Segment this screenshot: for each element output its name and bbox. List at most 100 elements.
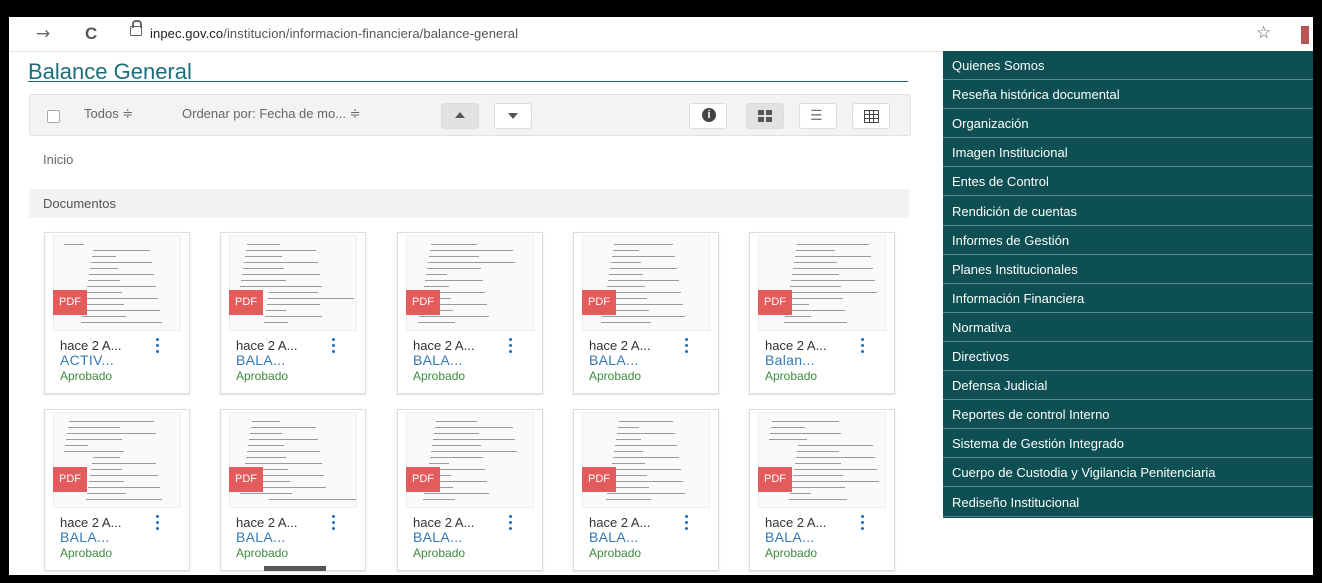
- document-card[interactable]: PDF hace 2 A... BALA... Aprobado: [397, 409, 543, 571]
- document-thumbnail[interactable]: [758, 235, 886, 331]
- document-title-link[interactable]: BALA...: [236, 352, 286, 368]
- more-options-icon[interactable]: [861, 338, 865, 354]
- document-title-link[interactable]: BALA...: [413, 529, 463, 545]
- table-view-button[interactable]: [852, 103, 890, 129]
- more-options-icon[interactable]: [685, 338, 689, 354]
- menu-item[interactable]: Sistema de Gestión Integrado: [943, 429, 1313, 459]
- reload-icon[interactable]: C: [85, 24, 97, 44]
- document-title-link[interactable]: BALA...: [589, 352, 639, 368]
- icon-view-button[interactable]: [746, 103, 784, 129]
- pdf-badge: PDF: [53, 290, 87, 315]
- document-status: Aprobado: [765, 369, 818, 383]
- menu-item[interactable]: Quienes Somos: [943, 51, 1313, 80]
- menu-item-label: Sistema de Gestión Integrado: [952, 436, 1124, 452]
- menu-item[interactable]: Directivos: [943, 342, 1313, 371]
- more-options-icon[interactable]: [861, 515, 865, 531]
- menu-item[interactable]: Planes Institucionales: [943, 255, 1313, 284]
- select-all-dropdown[interactable]: Todos ≑: [84, 106, 133, 122]
- menu-item[interactable]: Imagen Institucional: [943, 138, 1313, 168]
- document-title-link[interactable]: BALA...: [589, 529, 639, 545]
- lock-icon: [130, 20, 142, 36]
- pdf-badge: PDF: [53, 467, 87, 492]
- document-status: Aprobado: [765, 546, 818, 560]
- horizontal-scrollbar[interactable]: [264, 566, 326, 571]
- sort-descending-button[interactable]: [494, 103, 532, 129]
- document-thumbnail[interactable]: [406, 235, 534, 331]
- document-thumbnail[interactable]: [53, 412, 181, 508]
- menu-item-label: Directivos: [952, 349, 1010, 364]
- document-card[interactable]: PDF hace 2 A... Balan... Aprobado: [749, 232, 895, 394]
- document-title-link[interactable]: BALA...: [236, 529, 286, 545]
- document-card[interactable]: PDF hace 2 A... BALA... Aprobado: [220, 409, 366, 571]
- browser-window: → C inpec.gov.co/institucion/informacion…: [9, 17, 1313, 575]
- document-thumbnail[interactable]: [582, 235, 710, 331]
- menu-item[interactable]: Defensa Judicial: [943, 371, 1313, 401]
- more-options-icon[interactable]: [156, 515, 160, 531]
- select-all-checkbox[interactable]: [47, 110, 60, 123]
- pdf-badge: PDF: [229, 290, 263, 315]
- more-options-icon[interactable]: [509, 515, 513, 531]
- menu-item-label: Rendición de cuentas: [952, 203, 1078, 219]
- document-date: hace 2 A...: [589, 338, 651, 353]
- more-options-icon[interactable]: [156, 338, 160, 354]
- menu-item-label: Defensa Judicial: [952, 378, 1048, 394]
- document-card[interactable]: PDF hace 2 A... ACTIV... Aprobado: [44, 232, 190, 394]
- document-thumbnail[interactable]: [229, 412, 357, 508]
- bookmark-star-icon[interactable]: ☆: [1256, 23, 1271, 43]
- table-view-icon: [864, 110, 879, 123]
- document-thumbnail[interactable]: [582, 412, 710, 508]
- document-card[interactable]: PDF hace 2 A... BALA... Aprobado: [220, 232, 366, 394]
- menu-item[interactable]: Informes de Gestión: [943, 226, 1313, 255]
- menu-item-label: Imagen Institucional: [952, 145, 1068, 161]
- list-view-button[interactable]: ☰: [799, 103, 837, 129]
- breadcrumb[interactable]: Inicio: [43, 152, 73, 167]
- menu-item[interactable]: Normativa: [943, 313, 1313, 342]
- pdf-badge: PDF: [406, 467, 440, 492]
- more-options-icon[interactable]: [509, 338, 513, 354]
- menu-item[interactable]: Reseña histórica documental: [943, 80, 1313, 110]
- menu-item-label: Cuerpo de Custodia y Vigilancia Penitenc…: [952, 465, 1216, 481]
- document-thumbnail[interactable]: [53, 235, 181, 331]
- more-options-icon[interactable]: [332, 515, 336, 531]
- document-title-link[interactable]: BALA...: [60, 529, 110, 545]
- info-icon: i: [702, 108, 716, 122]
- menu-item[interactable]: Entes de Control: [943, 167, 1313, 197]
- menu-item[interactable]: Información Financiera: [943, 284, 1313, 313]
- document-card[interactable]: PDF hace 2 A... BALA... Aprobado: [397, 232, 543, 394]
- pdf-badge: PDF: [229, 467, 263, 492]
- menu-item-label: Organización: [952, 116, 1029, 132]
- document-status: Aprobado: [236, 369, 289, 383]
- extension-icon[interactable]: [1301, 26, 1309, 44]
- menu-item[interactable]: Cuerpo de Custodia y Vigilancia Penitenc…: [943, 458, 1313, 488]
- menu-item-label: Normativa: [952, 319, 1012, 335]
- url-field[interactable]: inpec.gov.co/institucion/informacion-fin…: [150, 26, 518, 41]
- sort-ascending-button[interactable]: [441, 103, 479, 129]
- document-card[interactable]: PDF hace 2 A... BALA... Aprobado: [573, 232, 719, 394]
- document-card[interactable]: PDF hace 2 A... BALA... Aprobado: [44, 409, 190, 571]
- document-thumbnail[interactable]: [758, 412, 886, 508]
- document-title-link[interactable]: BALA...: [765, 529, 815, 545]
- document-date: hace 2 A...: [236, 338, 298, 353]
- document-status: Aprobado: [60, 369, 113, 383]
- more-options-icon[interactable]: [332, 338, 336, 354]
- menu-item[interactable]: Rendición de cuentas: [943, 197, 1313, 226]
- grid-view-icon: [758, 110, 772, 122]
- document-card[interactable]: PDF hace 2 A... BALA... Aprobado: [573, 409, 719, 571]
- forward-arrow-icon[interactable]: →: [36, 24, 50, 44]
- document-title-link[interactable]: ACTIV...: [60, 352, 114, 368]
- document-title-link[interactable]: BALA...: [413, 352, 463, 368]
- document-thumbnail[interactable]: [406, 412, 534, 508]
- more-options-icon[interactable]: [685, 515, 689, 531]
- menu-item[interactable]: Organización: [943, 109, 1313, 139]
- document-thumbnail[interactable]: [229, 235, 357, 331]
- sort-dropdown[interactable]: Ordenar por: Fecha de mo... ≑: [182, 106, 361, 122]
- menu-item-label: Reseña histórica documental: [952, 87, 1120, 103]
- info-button[interactable]: i: [689, 103, 727, 129]
- menu-item[interactable]: Reportes de control Interno: [943, 400, 1313, 430]
- document-title-link[interactable]: Balan...: [765, 352, 815, 368]
- document-status: Aprobado: [413, 369, 466, 383]
- document-card[interactable]: PDF hace 2 A... BALA... Aprobado: [749, 409, 895, 571]
- menu-item[interactable]: Rediseño Institucional: [943, 488, 1313, 517]
- menu-item-label: Información Financiera: [952, 290, 1085, 306]
- document-status: Aprobado: [60, 546, 113, 560]
